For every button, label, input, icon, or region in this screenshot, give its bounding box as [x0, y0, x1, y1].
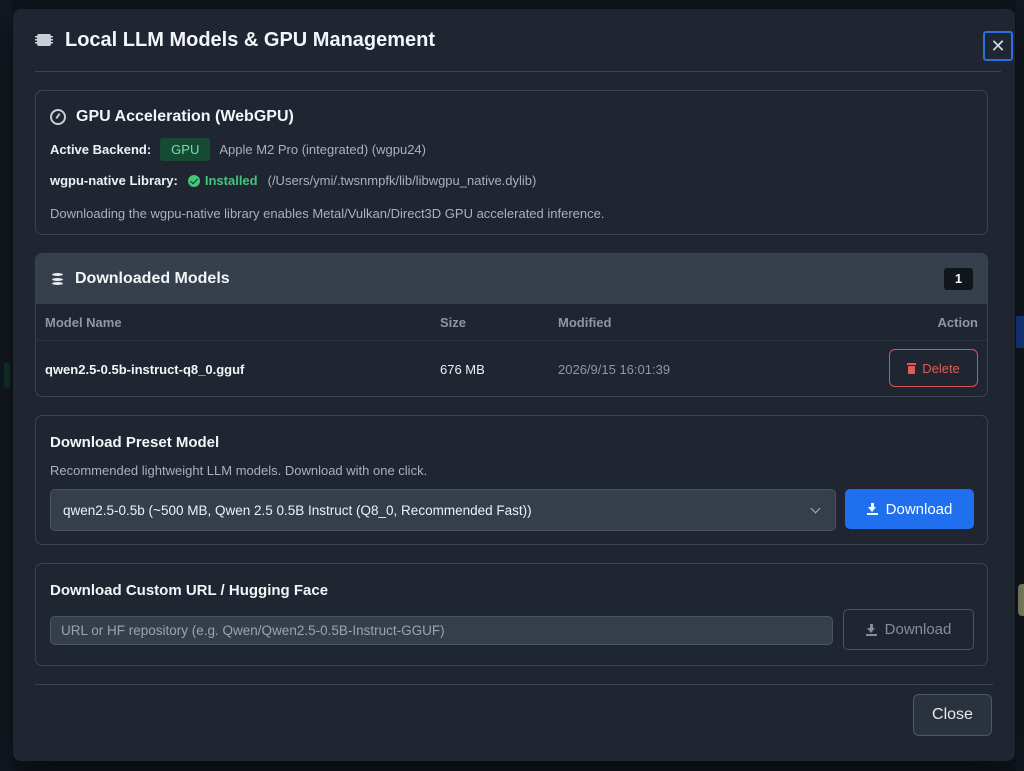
footer-divider	[35, 684, 993, 685]
preset-model-select[interactable]: qwen2.5-0.5b (~500 MB, Qwen 2.5 0.5B Ins…	[50, 489, 836, 531]
chip-icon	[35, 33, 53, 47]
backend-device: Apple M2 Pro (integrated) (wgpu24)	[219, 142, 426, 157]
library-path: (/Users/ymi/.twsnmpfk/lib/libwgpu_native…	[267, 173, 537, 188]
table-divider	[36, 340, 987, 341]
modal-header: Local LLM Models & GPU Management ✕	[35, 9, 1013, 72]
library-status-text: Installed	[204, 173, 258, 188]
library-status: Installed	[187, 173, 258, 188]
custom-download-label: Download	[884, 621, 952, 638]
custom-download-card: Download Custom URL / Hugging Face Downl…	[35, 563, 988, 666]
custom-title: Download Custom URL / Hugging Face	[50, 582, 329, 599]
library-label: wgpu-native Library:	[50, 173, 178, 188]
backend-row: Active Backend: GPU Apple M2 Pro (integr…	[50, 138, 426, 161]
gpu-title-text: GPU Acceleration (WebGPU)	[76, 108, 294, 125]
trash-icon	[907, 362, 917, 374]
model-name-cell: qwen2.5-0.5b-instruct-q8_0.gguf	[45, 362, 245, 377]
delete-label: Delete	[922, 360, 960, 376]
models-count-badge: 1	[944, 268, 973, 290]
preset-description: Recommended lightweight LLM models. Down…	[50, 463, 428, 478]
column-header-size: Size	[440, 315, 467, 330]
gpu-description: Downloading the wgpu-native library enab…	[50, 206, 605, 221]
download-icon	[866, 503, 878, 515]
column-header-action: Action	[937, 315, 978, 330]
gauge-icon	[50, 109, 66, 125]
close-button[interactable]: Close	[913, 694, 992, 736]
downloaded-models-card: Downloaded Models 1 Model Name Size Modi…	[35, 253, 988, 397]
close-icon[interactable]: ✕	[983, 31, 1013, 61]
models-header: Downloaded Models 1	[36, 254, 987, 304]
custom-url-input[interactable]	[50, 616, 833, 645]
gpu-section-title: GPU Acceleration (WebGPU)	[50, 108, 294, 126]
llm-management-modal: Local LLM Models & GPU Management ✕ GPU …	[13, 9, 1015, 761]
model-modified-cell: 2026/9/15 16:01:39	[558, 362, 671, 377]
download-icon	[865, 623, 877, 636]
preset-model-card: Download Preset Model Recommended lightw…	[35, 415, 988, 545]
preset-selected-value: qwen2.5-0.5b (~500 MB, Qwen 2.5 0.5B Ins…	[63, 502, 532, 518]
library-row: wgpu-native Library: Installed (/Users/y…	[50, 173, 536, 188]
delete-model-button[interactable]: Delete	[889, 349, 978, 387]
database-icon	[52, 273, 63, 285]
check-circle-icon	[187, 174, 200, 187]
backend-badge: GPU	[160, 138, 211, 161]
column-header-modified: Modified	[558, 315, 612, 330]
modal-title: Local LLM Models & GPU Management	[65, 28, 436, 51]
backend-label: Active Backend:	[50, 142, 152, 157]
column-header-name: Model Name	[45, 315, 122, 330]
preset-download-button[interactable]: Download	[845, 489, 974, 529]
gpu-acceleration-card: GPU Acceleration (WebGPU) Active Backend…	[35, 90, 988, 235]
chevron-down-icon	[810, 503, 821, 514]
models-title: Downloaded Models	[75, 270, 230, 287]
preset-download-label: Download	[885, 500, 953, 518]
preset-title: Download Preset Model	[50, 434, 220, 451]
custom-download-button[interactable]: Download	[843, 609, 974, 650]
model-size-cell: 676 MB	[440, 362, 485, 377]
